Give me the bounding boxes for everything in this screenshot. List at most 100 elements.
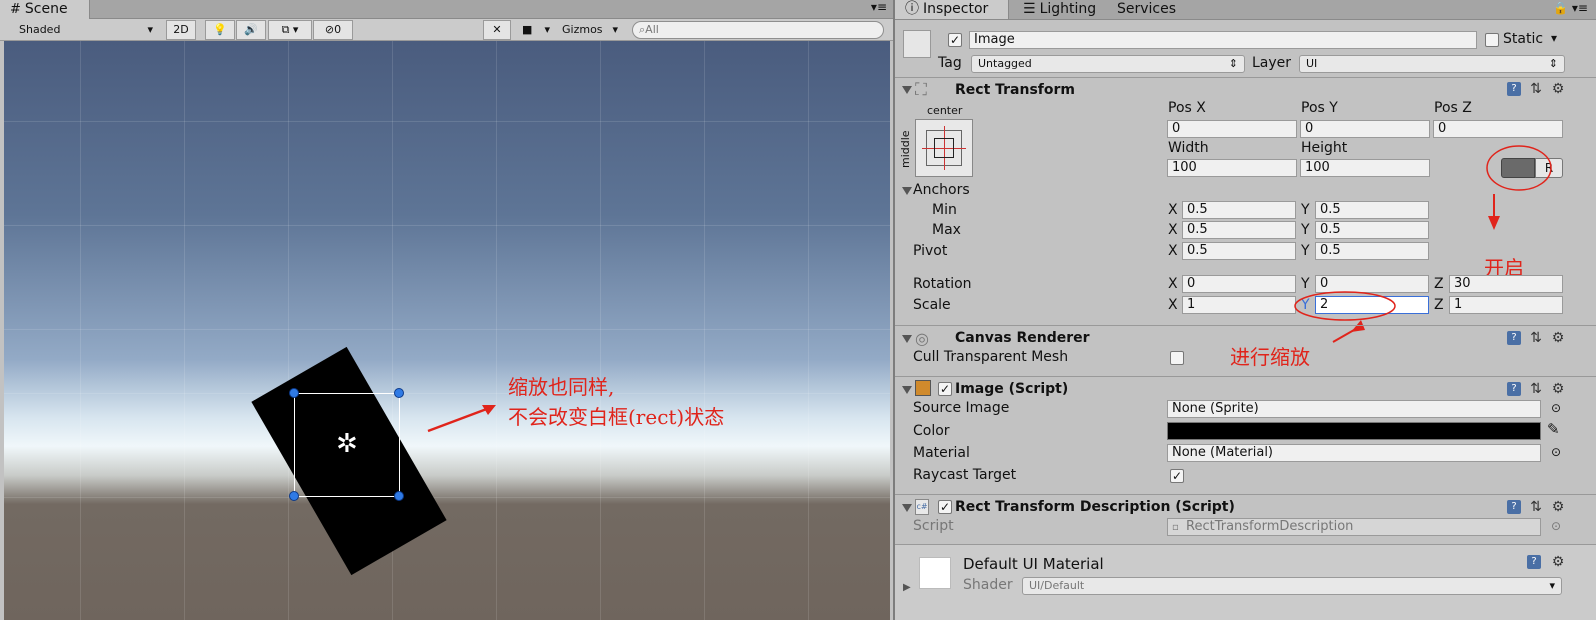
help-book-icon[interactable]: ? <box>1507 500 1521 514</box>
tab-services[interactable]: Services <box>1107 0 1186 19</box>
pos-y-label: Pos Y <box>1301 100 1338 116</box>
eyedropper-icon[interactable]: ✎ <box>1547 420 1560 438</box>
panel-menu-icon[interactable]: ▾≡ <box>871 0 887 14</box>
divider <box>895 325 1596 326</box>
tab-lighting[interactable]: ☰ Lighting <box>1013 0 1106 19</box>
help-book-icon[interactable]: ? <box>1507 82 1521 96</box>
pos-z-field[interactable]: 0 <box>1433 120 1563 138</box>
scene-annotation-line2: 不会改变白框(rect)状态 <box>508 405 725 429</box>
tools-icon: ✕ <box>492 23 502 36</box>
help-book-icon[interactable]: ? <box>1507 382 1521 396</box>
shader-dropdown[interactable]: UI/Default ▾ <box>1022 577 1562 595</box>
help-book-icon[interactable]: ? <box>1507 331 1521 345</box>
help-book-icon[interactable]: ? <box>1527 555 1541 569</box>
static-checkbox[interactable] <box>1485 33 1499 47</box>
axis-y-label: Y <box>1301 202 1310 218</box>
eye-icon: ◎ <box>915 329 929 348</box>
script-icon: ▫ <box>1172 522 1179 533</box>
tab-scene[interactable]: # Scene <box>0 0 90 19</box>
anchor-max-y-field[interactable]: 0.5 <box>1315 221 1429 239</box>
tag-dropdown[interactable]: Untagged ⇕ <box>971 55 1245 73</box>
pivot-gizmo-icon[interactable]: ✲ <box>336 431 358 457</box>
cull-mesh-checkbox[interactable] <box>1170 351 1184 365</box>
gear-icon[interactable]: ⚙ <box>1551 82 1565 96</box>
gear-icon[interactable]: ⚙ <box>1551 555 1565 569</box>
axis-y-label: Y <box>1301 222 1310 238</box>
gear-icon[interactable]: ⚙ <box>1551 331 1565 345</box>
pivot-x-field[interactable]: 0.5 <box>1182 242 1296 260</box>
rect-handle-top-right[interactable] <box>394 388 404 398</box>
object-name-field[interactable]: Image <box>969 31 1477 49</box>
collapse-arrow-icon[interactable] <box>902 504 912 512</box>
object-picker-icon[interactable]: ⊙ <box>1551 401 1561 415</box>
anchor-preset-button[interactable] <box>915 119 973 177</box>
scene-search-input[interactable]: ⌕All <box>632 21 884 39</box>
rtd-enabled-checkbox[interactable]: ✓ <box>938 500 952 514</box>
tab-inspector[interactable]: ⓘ Inspector <box>895 0 1009 19</box>
gear-icon[interactable]: ⚙ <box>1551 500 1565 514</box>
audio-toggle-button[interactable]: 🔊 <box>236 20 266 40</box>
gizmos-dropdown[interactable]: Gizmos ▾ <box>557 20 623 40</box>
raycast-target-checkbox[interactable]: ✓ <box>1170 469 1184 483</box>
static-dropdown-arrow-icon[interactable]: ▾ <box>1551 31 1557 45</box>
rotation-label: Rotation <box>913 276 972 292</box>
material-field[interactable]: None (Material) <box>1167 444 1541 462</box>
grid-line <box>808 41 809 620</box>
expand-arrow-icon[interactable]: ▶ <box>903 582 911 593</box>
source-image-field[interactable]: None (Sprite) <box>1167 400 1541 418</box>
lighting-toggle-button[interactable]: 💡 <box>205 20 235 40</box>
scale-z-field[interactable]: 1 <box>1449 296 1563 314</box>
height-field[interactable]: 100 <box>1300 159 1430 177</box>
grid-line <box>4 497 890 498</box>
eye-slash-icon: ⊘ <box>324 23 335 36</box>
gear-icon[interactable]: ⚙ <box>1551 382 1565 396</box>
pos-y-field[interactable]: 0 <box>1300 120 1430 138</box>
scaling-annotation: 进行缩放 <box>1230 345 1310 369</box>
rtd-script-header: Rect Transform Description (Script) <box>955 499 1235 515</box>
rotation-z-field[interactable]: 30 <box>1449 275 1563 293</box>
color-swatch[interactable] <box>1167 422 1541 440</box>
collapse-arrow-icon[interactable] <box>902 86 912 94</box>
collapse-arrow-icon[interactable] <box>902 335 912 343</box>
scene-viewport[interactable]: ✲ 缩放也同样, 不会改变白框(rect)状态 <box>4 41 890 620</box>
canvas-renderer-header: Canvas Renderer <box>955 330 1090 346</box>
collapse-arrow-icon[interactable] <box>902 386 912 394</box>
rect-handle-top-left[interactable] <box>289 388 299 398</box>
preset-icon[interactable]: ⇅ <box>1529 82 1543 96</box>
layer-dropdown[interactable]: UI ⇕ <box>1299 55 1565 73</box>
cull-mesh-label: Cull Transparent Mesh <box>913 349 1069 365</box>
image-component-icon <box>915 380 931 396</box>
anchor-max-x-field[interactable]: 0.5 <box>1182 221 1296 239</box>
speaker-icon: 🔊 <box>244 23 258 36</box>
pivot-y-field[interactable]: 0.5 <box>1315 242 1429 260</box>
anchors-collapse-arrow-icon[interactable] <box>902 187 912 195</box>
rect-handle-bottom-right[interactable] <box>394 491 404 501</box>
preset-icon[interactable]: ⇅ <box>1529 382 1543 396</box>
anchor-v-label: middle <box>899 130 912 168</box>
camera-icon: ■ <box>522 23 533 36</box>
pos-x-field[interactable]: 0 <box>1167 120 1297 138</box>
sliders-icon: ☰ <box>1023 1 1036 17</box>
grid-line <box>184 41 185 620</box>
2d-toggle-button[interactable]: 2D <box>166 20 196 40</box>
anchor-min-x-field[interactable]: 0.5 <box>1182 201 1296 219</box>
scene-toolbar: Shaded ▾ 2D 💡 🔊 ⧉ ▾ ⊘ 0 ✕ ■ ▾ Gizmos ▾ ⌕All <box>0 19 893 41</box>
active-checkbox[interactable]: ✓ <box>948 33 962 47</box>
effects-dropdown[interactable]: ⧉ ▾ <box>268 20 312 40</box>
preset-icon[interactable]: ⇅ <box>1529 500 1543 514</box>
object-picker-icon: ⊙ <box>1551 519 1562 533</box>
width-field[interactable]: 100 <box>1167 159 1297 177</box>
rect-handle-bottom-left[interactable] <box>289 491 299 501</box>
camera-dropdown[interactable]: ■ ▾ <box>517 20 555 40</box>
object-picker-icon[interactable]: ⊙ <box>1551 445 1561 459</box>
script-file-icon: c# <box>915 499 929 515</box>
preset-icon[interactable]: ⇅ <box>1529 331 1543 345</box>
scene-panel: # Scene ▾≡ Shaded ▾ 2D 💡 🔊 ⧉ ▾ ⊘ 0 ✕ ■ ▾ Gi… <box>0 0 893 620</box>
lock-icon[interactable]: 🔒 ▾≡ <box>1553 1 1588 15</box>
hidden-objects-toggle[interactable]: ⊘ 0 <box>313 20 353 40</box>
image-enabled-checkbox[interactable]: ✓ <box>938 382 952 396</box>
divider <box>895 77 1596 78</box>
shading-mode-dropdown[interactable]: Shaded ▾ <box>14 20 158 40</box>
tools-button[interactable]: ✕ <box>483 20 511 40</box>
anchor-min-y-field[interactable]: 0.5 <box>1315 201 1429 219</box>
